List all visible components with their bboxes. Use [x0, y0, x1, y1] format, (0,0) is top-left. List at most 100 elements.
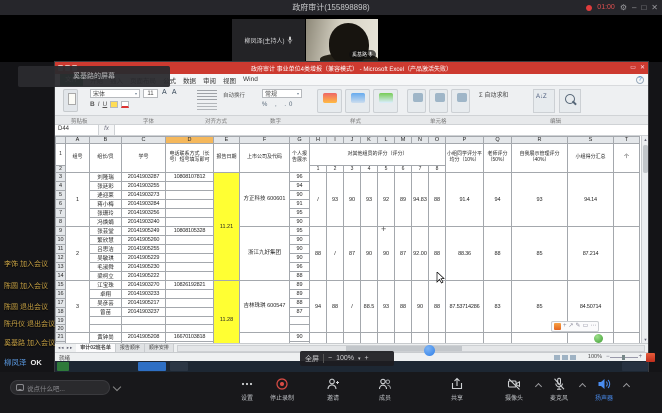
peer-score-cell[interactable]: 88.5: [361, 281, 378, 333]
col-letter[interactable]: P: [446, 137, 484, 144]
personal-score-cell[interactable]: 95: [290, 227, 310, 236]
chat-expand-icon[interactable]: [113, 383, 121, 391]
maximize-button[interactable]: □: [641, 0, 646, 15]
peer-score-cell[interactable]: 93: [361, 173, 378, 227]
floating-ball-icon[interactable]: [594, 334, 603, 343]
peer-score-cell[interactable]: 93: [327, 173, 344, 227]
video-tile-guest[interactable]: 奚基路: [306, 19, 378, 61]
personal-score-cell[interactable]: 94: [290, 182, 310, 191]
personal-score-cell[interactable]: 88: [290, 299, 310, 308]
peer-score-cell[interactable]: 92.00: [412, 227, 429, 281]
annotation-brand-icon[interactable]: [554, 323, 561, 330]
hscroll-thumb[interactable]: [346, 346, 463, 351]
header-peer-index[interactable]: 3: [344, 166, 361, 173]
header-presentation-score[interactable]: 自我展示管理评分（40%）: [512, 144, 568, 173]
phone-cell[interactable]: [166, 245, 214, 254]
format-cells-button[interactable]: [451, 89, 470, 113]
mic-button[interactable]: 麦克风: [539, 377, 579, 402]
personal-score-cell[interactable]: 89: [290, 281, 310, 290]
peer-score-cell[interactable]: 88: [395, 281, 412, 333]
view-mode-buttons[interactable]: [554, 355, 576, 360]
cell-styles-button[interactable]: [373, 89, 398, 113]
cut-cell[interactable]: [614, 281, 640, 333]
personal-score-cell[interactable]: [290, 317, 310, 325]
settings-button[interactable]: 设置: [227, 377, 267, 402]
peer-score-cell[interactable]: [327, 333, 344, 344]
scroll-down-icon[interactable]: ▼: [642, 336, 648, 343]
phone-cell[interactable]: 10826192821: [166, 281, 214, 290]
tab-data[interactable]: 数据: [183, 75, 196, 85]
phone-cell[interactable]: [166, 182, 214, 191]
minimize-button[interactable]: –: [632, 0, 636, 15]
student-id-cell[interactable]: 20141903240: [122, 218, 166, 227]
header-peer-index[interactable]: 2: [327, 166, 344, 173]
row-number[interactable]: 15: [56, 281, 66, 290]
total-score-cell[interactable]: [568, 333, 614, 344]
stop-recording-button[interactable]: 停止录制: [262, 377, 302, 402]
delete-cells-button[interactable]: [429, 89, 448, 113]
sort-filter-button[interactable]: [533, 89, 555, 113]
peer-score-cell[interactable]: /: [327, 227, 344, 281]
company-cell[interactable]: [240, 333, 290, 344]
student-id-cell[interactable]: 20141905255: [122, 245, 166, 254]
peer-score-cell[interactable]: 94.83: [412, 173, 429, 227]
report-date-cell[interactable]: 11.21: [214, 173, 240, 281]
name-cell[interactable]: 刘隆瑞: [90, 173, 122, 182]
header-total[interactable]: 小组得分汇总: [568, 144, 614, 173]
peer-score-cell[interactable]: [412, 333, 429, 344]
name-cell[interactable]: 张廷彩: [90, 182, 122, 191]
peer-score-cell[interactable]: 87: [395, 227, 412, 281]
taskbar-app[interactable]: [170, 362, 188, 371]
row-number[interactable]: 7: [56, 209, 66, 218]
presentation-score-cell[interactable]: [512, 333, 568, 344]
company-cell[interactable]: 吉林珠琪 600547: [240, 281, 290, 333]
zoom-out-icon[interactable]: −: [606, 354, 610, 360]
tab-review[interactable]: 审阅: [203, 75, 216, 85]
share-zoom-value[interactable]: 100%: [336, 355, 354, 362]
row-number[interactable]: 20: [56, 325, 66, 333]
phone-cell[interactable]: 10808105328: [166, 227, 214, 236]
group-no-cell[interactable]: 2: [66, 227, 90, 281]
row-number[interactable]: 10: [56, 236, 66, 245]
name-cell[interactable]: 逄迎莱: [90, 191, 122, 200]
col-letter[interactable]: T: [614, 137, 640, 144]
row-number[interactable]: 12: [56, 254, 66, 263]
peer-score-cell[interactable]: [378, 333, 395, 344]
peer-score-cell[interactable]: 90: [344, 173, 361, 227]
peer-score-cell[interactable]: [344, 333, 361, 344]
name-cell[interactable]: 张珊玲: [90, 209, 122, 218]
name-cell[interactable]: [90, 317, 122, 325]
student-id-cell[interactable]: 20141903233: [122, 290, 166, 299]
phone-cell[interactable]: [166, 254, 214, 263]
student-id-cell[interactable]: 20141905230: [122, 263, 166, 272]
phone-cell[interactable]: [166, 272, 214, 281]
invite-button[interactable]: 邀请: [313, 377, 353, 402]
phone-cell[interactable]: [166, 236, 214, 245]
row-number[interactable]: 18: [56, 308, 66, 317]
header-peer-index[interactable]: 6: [395, 166, 412, 173]
header-peer-index[interactable]: 8: [429, 166, 446, 173]
personal-score-cell[interactable]: 90: [290, 333, 310, 342]
col-letter[interactable]: B: [90, 137, 122, 144]
cut-cell[interactable]: [614, 227, 640, 281]
cut-cell[interactable]: [614, 333, 640, 344]
name-cell[interactable]: 吴敏琪: [90, 254, 122, 263]
row-number[interactable]: 19: [56, 317, 66, 325]
align-buttons[interactable]: [197, 90, 217, 100]
phone-cell[interactable]: [166, 325, 214, 333]
grow-shrink-font-icons[interactable]: A A: [162, 89, 179, 96]
peer-score-cell[interactable]: 93: [378, 281, 395, 333]
peer-score-cell[interactable]: 90: [412, 281, 429, 333]
name-cell[interactable]: 吴彦芸: [90, 299, 122, 308]
col-letter[interactable]: H: [310, 137, 327, 144]
name-cell[interactable]: 张芸堂: [90, 227, 122, 236]
zoom-slider[interactable]: − +: [606, 356, 642, 359]
group-no-cell[interactable]: 1: [66, 173, 90, 227]
peer-average-cell[interactable]: [446, 333, 484, 344]
personal-score-cell[interactable]: 95: [290, 209, 310, 218]
personal-score-cell[interactable]: 90: [290, 342, 310, 344]
col-letter[interactable]: F: [240, 137, 290, 144]
student-id-cell[interactable]: 20141903270: [122, 281, 166, 290]
start-button[interactable]: [57, 362, 69, 371]
student-id-cell[interactable]: 20141903255: [122, 182, 166, 191]
